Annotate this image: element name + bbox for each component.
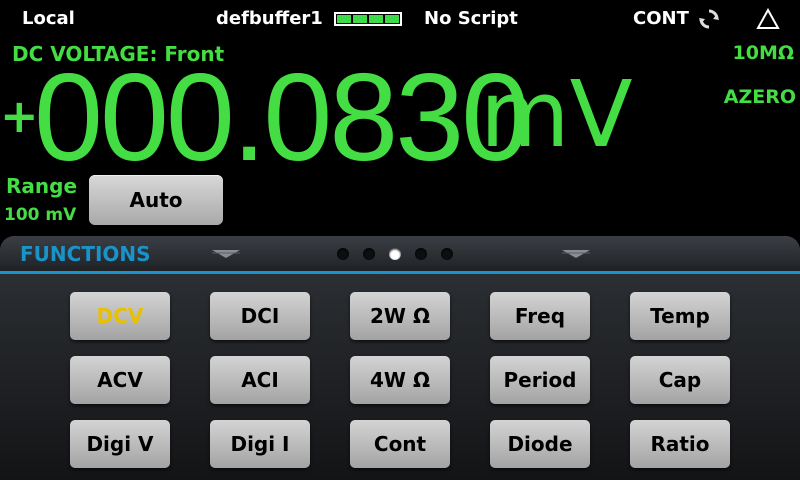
battery-cell [385, 15, 399, 23]
function-button-temp[interactable]: Temp [630, 292, 730, 340]
range-auto-button[interactable]: Auto [89, 175, 223, 225]
page-dot[interactable] [415, 248, 427, 260]
function-button-cont[interactable]: Cont [350, 420, 450, 468]
function-button-ratio[interactable]: Ratio [630, 420, 730, 468]
function-button-2w-ohm[interactable]: 2W Ω [350, 292, 450, 340]
warning-triangle-icon[interactable] [756, 8, 780, 30]
function-button-period[interactable]: Period [490, 356, 590, 404]
functions-panel: DCV DCI 2W Ω Freq Temp ACV ACI 4W Ω Peri… [0, 274, 800, 480]
panel-title: FUNCTIONS [20, 242, 151, 266]
buffer-fill-indicator [334, 12, 402, 26]
mode-indicator[interactable]: Local [22, 8, 75, 29]
page-indicator [337, 248, 453, 260]
battery-cell [337, 15, 351, 23]
page-dot-active[interactable] [389, 248, 401, 260]
reading-unit: mV [480, 61, 633, 168]
function-button-dcv[interactable]: DCV [70, 292, 170, 340]
function-button-4w-ohm[interactable]: 4W Ω [350, 356, 450, 404]
script-indicator[interactable]: No Script [424, 8, 518, 29]
function-button-freq[interactable]: Freq [490, 292, 590, 340]
battery-cell [353, 15, 367, 23]
function-button-aci[interactable]: ACI [210, 356, 310, 404]
refresh-icon[interactable] [698, 8, 720, 30]
status-bar: Local defbuffer1 No Script CONT [0, 0, 800, 38]
function-button-dci[interactable]: DCI [210, 292, 310, 340]
chevron-down-icon[interactable] [561, 249, 591, 259]
function-button-cap[interactable]: Cap [630, 356, 730, 404]
input-impedance-indicator: 10MΩ [732, 42, 795, 64]
chevron-down-icon[interactable] [211, 249, 241, 259]
page-dot[interactable] [441, 248, 453, 260]
reading-sign: + [0, 89, 39, 143]
trigger-mode-indicator[interactable]: CONT [633, 8, 689, 29]
autozero-indicator: AZERO [723, 86, 796, 108]
range-value: 100 mV [4, 205, 77, 225]
function-button-digi-v[interactable]: Digi V [70, 420, 170, 468]
page-dot[interactable] [363, 248, 375, 260]
range-label: Range [6, 174, 78, 198]
page-dot[interactable] [337, 248, 349, 260]
buffer-indicator[interactable]: defbuffer1 [216, 8, 323, 29]
reading-value: 000.0830 [34, 49, 530, 187]
swipe-panel-header[interactable]: FUNCTIONS [0, 236, 800, 274]
function-button-diode[interactable]: Diode [490, 420, 590, 468]
battery-cell [369, 15, 383, 23]
function-button-acv[interactable]: ACV [70, 356, 170, 404]
function-button-digi-i[interactable]: Digi I [210, 420, 310, 468]
